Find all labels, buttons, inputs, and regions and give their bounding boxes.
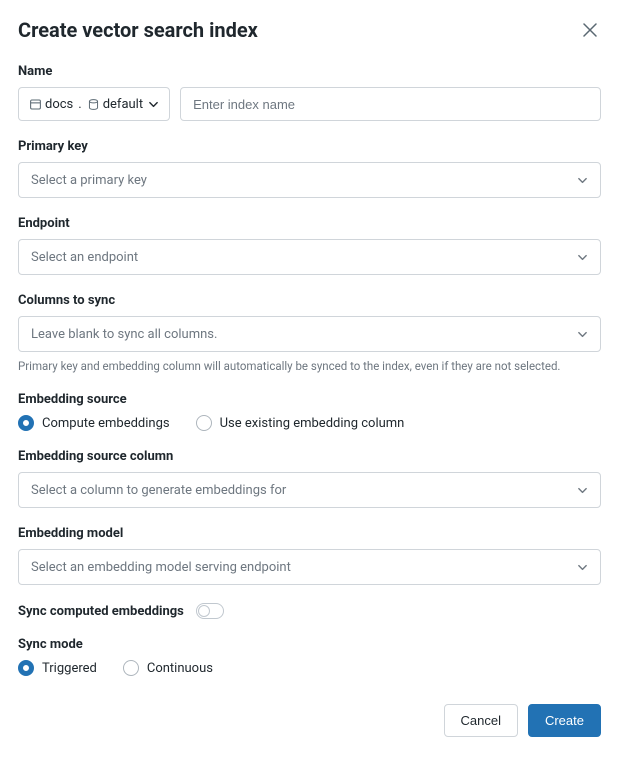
embedding-column-placeholder: Select a column to generate embeddings f… <box>31 483 286 498</box>
chevron-down-icon <box>577 252 588 263</box>
toggle-knob <box>198 605 210 617</box>
schema-icon <box>87 98 100 111</box>
endpoint-placeholder: Select an endpoint <box>31 250 138 265</box>
embedding-model-placeholder: Select an embedding model serving endpoi… <box>31 560 291 575</box>
embedding-column-select[interactable]: Select a column to generate embeddings f… <box>18 472 601 508</box>
index-name-input[interactable] <box>180 87 601 121</box>
separator-dot: . <box>78 97 81 112</box>
embedding-model-label: Embedding model <box>18 526 601 541</box>
columns-label: Columns to sync <box>18 293 601 308</box>
catalog-icon <box>29 98 42 111</box>
close-icon <box>583 23 597 37</box>
columns-placeholder: Leave blank to sync all columns. <box>31 327 217 342</box>
catalog-schema-picker[interactable]: docs . default <box>18 87 170 121</box>
radio-label: Triggered <box>42 661 97 676</box>
radio-unchecked-icon <box>196 415 212 431</box>
schema-name: default <box>103 97 143 112</box>
embedding-source-existing-radio[interactable]: Use existing embedding column <box>196 415 405 431</box>
primary-key-select[interactable]: Select a primary key <box>18 162 601 198</box>
columns-helper-text: Primary key and embedding column will au… <box>18 358 601 374</box>
embedding-source-compute-radio[interactable]: Compute embeddings <box>18 415 170 431</box>
radio-checked-icon <box>18 660 34 676</box>
endpoint-label: Endpoint <box>18 216 601 231</box>
sync-mode-label: Sync mode <box>18 637 601 652</box>
radio-unchecked-icon <box>123 660 139 676</box>
endpoint-select[interactable]: Select an endpoint <box>18 239 601 275</box>
columns-select[interactable]: Leave blank to sync all columns. <box>18 316 601 352</box>
chevron-down-icon <box>577 485 588 496</box>
sync-mode-triggered-radio[interactable]: Triggered <box>18 660 97 676</box>
create-button[interactable]: Create <box>528 704 601 737</box>
embedding-column-label: Embedding source column <box>18 449 601 464</box>
sync-computed-toggle[interactable] <box>196 603 224 619</box>
radio-label: Continuous <box>147 661 213 676</box>
primary-key-placeholder: Select a primary key <box>31 173 147 188</box>
sync-mode-continuous-radio[interactable]: Continuous <box>123 660 213 676</box>
cancel-button[interactable]: Cancel <box>444 704 518 737</box>
chevron-down-icon <box>577 329 588 340</box>
embedding-source-label: Embedding source <box>18 392 601 407</box>
radio-label: Compute embeddings <box>42 416 170 431</box>
dialog-title: Create vector search index <box>18 18 258 42</box>
radio-checked-icon <box>18 415 34 431</box>
chevron-down-icon <box>577 562 588 573</box>
catalog-name: docs <box>45 97 73 112</box>
embedding-model-select[interactable]: Select an embedding model serving endpoi… <box>18 549 601 585</box>
radio-label: Use existing embedding column <box>220 416 405 431</box>
sync-computed-label: Sync computed embeddings <box>18 604 184 619</box>
chevron-down-icon <box>148 99 159 110</box>
chevron-down-icon <box>577 175 588 186</box>
name-label: Name <box>18 64 601 79</box>
primary-key-label: Primary key <box>18 139 601 154</box>
close-button[interactable] <box>579 19 601 41</box>
